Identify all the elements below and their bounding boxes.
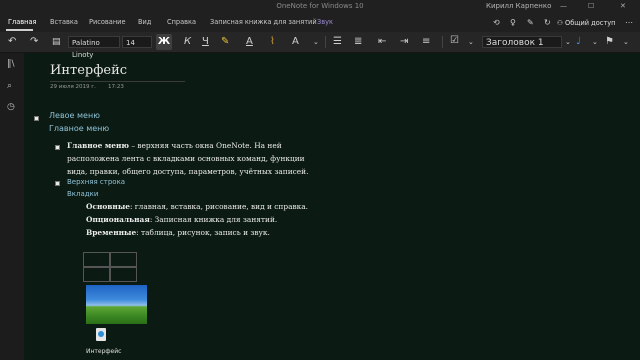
paste-icon[interactable]: ▤ (52, 35, 61, 49)
lightbulb-icon[interactable]: ♀ (510, 18, 516, 27)
empty-table[interactable] (83, 252, 138, 284)
list-item[interactable]: Основные: главная, вставка, рисование, в… (86, 200, 308, 213)
clear-format-icon[interactable]: A (292, 35, 299, 49)
list-item[interactable]: Временные: таблица, рисунок, запись и зв… (86, 226, 270, 239)
tab-home[interactable]: Главная (8, 18, 36, 26)
item-text: : Записная книжка для занятий. (149, 215, 278, 224)
list-item[interactable]: Опциональная: Записная книжка для заняти… (86, 213, 277, 226)
landscape-image[interactable] (86, 285, 147, 324)
immersive-reader-icon[interactable]: ⚑ (605, 35, 614, 49)
page-date: 29 июля 2019 г. (50, 84, 96, 90)
dictate-dropdown-icon[interactable]: ⌄ (592, 35, 598, 49)
table-cell[interactable] (110, 252, 137, 267)
user-name[interactable]: Кирилл Карпенко (486, 2, 551, 10)
subheading-top-row[interactable]: Верхняя строка (67, 178, 125, 186)
paragraph-line[interactable]: расположена лента с вкладками основных к… (67, 152, 305, 165)
term-main-menu: Главное меню (67, 141, 129, 150)
divider (442, 36, 443, 48)
highlight-icon[interactable]: ✎ (221, 35, 229, 49)
heading-left-menu[interactable]: Левое меню (49, 111, 100, 120)
more-icon[interactable]: ⋯ (625, 18, 633, 27)
numbering-icon[interactable]: ≣ (354, 35, 362, 49)
attachment-label[interactable]: Интерфейс (86, 348, 121, 355)
todo-tag-icon[interactable]: ☑ (450, 34, 459, 48)
font-name-select[interactable]: Palatino Linoty (68, 36, 120, 59)
font-size-select[interactable]: 14 (122, 36, 152, 48)
sync-icon[interactable]: ↻ (544, 18, 551, 27)
tab-help[interactable]: Справка (167, 18, 196, 26)
align-icon[interactable]: ≡ (422, 35, 430, 49)
font-color-icon[interactable]: A (246, 35, 253, 49)
paragraph-line[interactable]: вида, правки, общего доступа, параметров… (67, 165, 308, 178)
bullets-icon[interactable]: ☰ (333, 35, 342, 49)
text-line: – верхняя часть окна OneNote. На ней (128, 141, 282, 150)
item-text: : таблица, рисунок, запись и звук. (136, 228, 270, 237)
title-bar: OneNote for Windows 10 Кирилл Карпенко —… (0, 0, 640, 15)
more-chevron-icon[interactable]: ⌄ (623, 35, 629, 49)
item-text: : главная, вставка, рисование, вид и спр… (129, 202, 309, 211)
tab-class-notebook[interactable]: Записная книжка для занятий (210, 18, 317, 26)
style-select[interactable]: Заголовок 1 (482, 36, 562, 48)
share-label: Общий доступ (565, 19, 616, 27)
collapse-toggle[interactable] (55, 181, 60, 186)
notebooks-icon[interactable]: ‖\ (7, 59, 15, 69)
paragraph-main-menu[interactable]: Главное меню – верхняя часть окна OneNot… (67, 139, 282, 152)
italic-button[interactable]: К (184, 35, 191, 49)
reading-icon[interactable]: ✎ (527, 18, 534, 27)
title-underline (50, 81, 185, 82)
table-cell[interactable] (83, 252, 110, 267)
item-term: Опциональная (86, 215, 150, 224)
close-button[interactable]: ✕ (620, 2, 626, 10)
undo-icon[interactable]: ↶ (8, 35, 16, 49)
maximize-button[interactable]: ☐ (588, 2, 594, 10)
format-painter-icon[interactable]: ⌇ (270, 35, 275, 49)
share-icon: ⚇ (557, 19, 566, 27)
collapse-toggle[interactable] (34, 116, 39, 121)
minimize-button[interactable]: — (560, 2, 567, 10)
dictate-icon[interactable]: ♩ (576, 35, 581, 49)
table-cell[interactable] (83, 267, 110, 282)
tab-view[interactable]: Вид (138, 18, 151, 26)
heading-main-menu[interactable]: Главное меню (49, 124, 109, 133)
recent-icon[interactable]: ◷ (7, 102, 15, 112)
tag-dropdown-icon[interactable]: ⌄ (468, 35, 474, 49)
notifications-icon[interactable]: ⟲ (493, 18, 500, 27)
underline-button[interactable]: Ч (202, 35, 209, 49)
tab-insert[interactable]: Вставка (50, 18, 78, 26)
tab-audio[interactable]: Звук (317, 18, 333, 26)
item-term: Временные (86, 228, 137, 237)
table-cell[interactable] (110, 267, 137, 282)
tab-draw[interactable]: Рисование (89, 18, 126, 26)
attachment-icon[interactable] (96, 328, 106, 341)
indent-icon[interactable]: ⇥ (400, 35, 408, 49)
share-button[interactable]: ⚇ Общий доступ (557, 19, 615, 27)
page-time: 17:23 (108, 84, 124, 90)
left-sidebar: ‖\ ⌕ ◷ (0, 53, 24, 360)
redo-icon[interactable]: ↷ (30, 35, 38, 49)
divider (325, 36, 326, 48)
style-dropdown-icon[interactable]: ⌄ (565, 35, 571, 49)
bold-button[interactable]: Ж (156, 34, 172, 50)
active-tab-indicator (6, 29, 33, 31)
subheading-tabs[interactable]: Вкладки (67, 190, 98, 198)
outdent-icon[interactable]: ⇤ (378, 35, 386, 49)
collapse-toggle[interactable] (55, 145, 60, 150)
dropdown-icon[interactable]: ⌄ (313, 35, 319, 49)
page-title[interactable]: Интерфейс (50, 63, 127, 78)
item-term: Основные (86, 202, 130, 211)
search-icon[interactable]: ⌕ (7, 81, 12, 91)
